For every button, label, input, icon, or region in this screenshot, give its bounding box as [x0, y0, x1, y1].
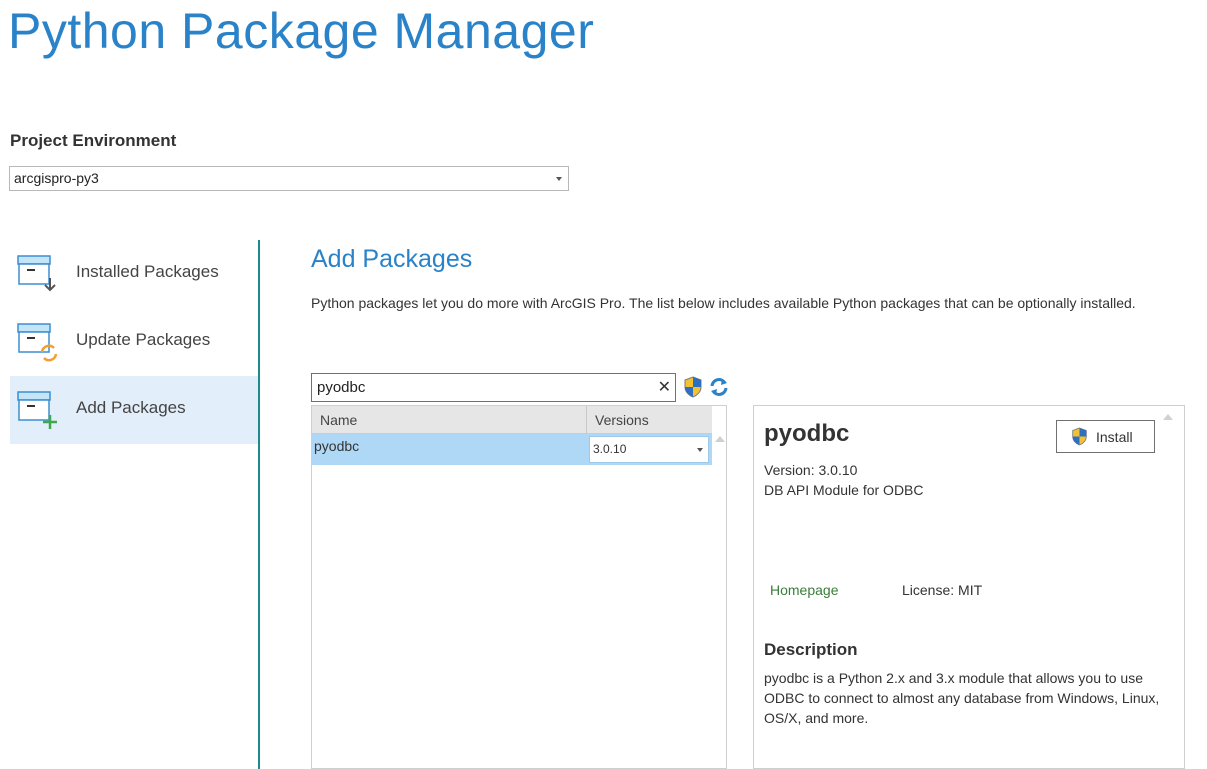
description-heading: Description	[764, 640, 858, 659]
close-icon[interactable]: ✕	[658, 377, 671, 397]
package-license: License: MIT	[902, 582, 982, 598]
install-button[interactable]: Install	[1056, 420, 1155, 453]
sidebar-item-label: Update Packages	[76, 330, 211, 349]
search-input[interactable]	[317, 377, 647, 398]
add-packages-icon	[17, 391, 57, 429]
package-version: Version: 3.0.10	[764, 462, 857, 478]
sidebar-item-update-packages[interactable]: Update Packages	[10, 308, 260, 376]
chevron-down-icon	[697, 448, 703, 452]
sidebar: Installed Packages Update Packages Add P…	[10, 240, 260, 769]
version-label: Version:	[764, 462, 815, 478]
package-list-header: Name Versions	[312, 406, 712, 434]
version-value: 3.0.10	[593, 442, 627, 456]
sidebar-item-label: Add Packages	[76, 398, 186, 417]
section-title: Add Packages	[311, 245, 473, 273]
shield-icon	[1072, 427, 1087, 446]
column-header-versions[interactable]: Versions	[595, 412, 649, 428]
chevron-down-icon	[556, 177, 562, 181]
update-packages-icon	[17, 323, 58, 362]
license-label: License:	[902, 582, 955, 598]
column-header-name[interactable]: Name	[320, 412, 357, 428]
version-value: 3.0.10	[818, 462, 858, 478]
package-summary: DB API Module for ODBC	[764, 482, 924, 498]
column-separator	[586, 406, 587, 433]
project-environment-label: Project Environment	[10, 131, 177, 150]
package-list: Name Versions pyodbc 3.0.10	[311, 405, 727, 769]
refresh-icon[interactable]	[708, 376, 730, 398]
section-description: Python packages let you do more with Arc…	[311, 295, 1136, 311]
search-box: ✕	[311, 373, 676, 402]
installed-packages-icon	[17, 255, 56, 292]
package-manager-page: Python Package Manager Project Environme…	[0, 0, 1207, 769]
description-text: pyodbc is a Python 2.x and 3.x module th…	[764, 670, 1160, 726]
package-name-cell: pyodbc	[314, 438, 360, 454]
scroll-up-arrow-icon[interactable]	[1163, 414, 1173, 420]
sidebar-item-label: Installed Packages	[76, 262, 219, 281]
package-title: pyodbc	[764, 420, 850, 447]
scroll-up-arrow-icon[interactable]	[715, 436, 725, 442]
install-button-label: Install	[1096, 429, 1133, 445]
page-title: Python Package Manager	[8, 3, 595, 59]
shield-icon[interactable]	[683, 376, 703, 398]
table-row[interactable]: pyodbc 3.0.10	[312, 434, 712, 465]
project-environment-value: arcgispro-py3	[14, 170, 99, 186]
project-environment-select[interactable]: arcgispro-py3	[9, 166, 569, 191]
homepage-link[interactable]: Homepage	[770, 582, 839, 598]
package-details-panel: pyodbc Install Version: 3.0.10 DB API Mo…	[753, 405, 1185, 769]
sidebar-item-add-packages[interactable]: Add Packages	[10, 376, 260, 444]
license-value: MIT	[958, 582, 983, 598]
sidebar-divider	[258, 240, 260, 769]
sidebar-item-installed-packages[interactable]: Installed Packages	[10, 240, 260, 308]
version-select[interactable]: 3.0.10	[589, 436, 709, 463]
